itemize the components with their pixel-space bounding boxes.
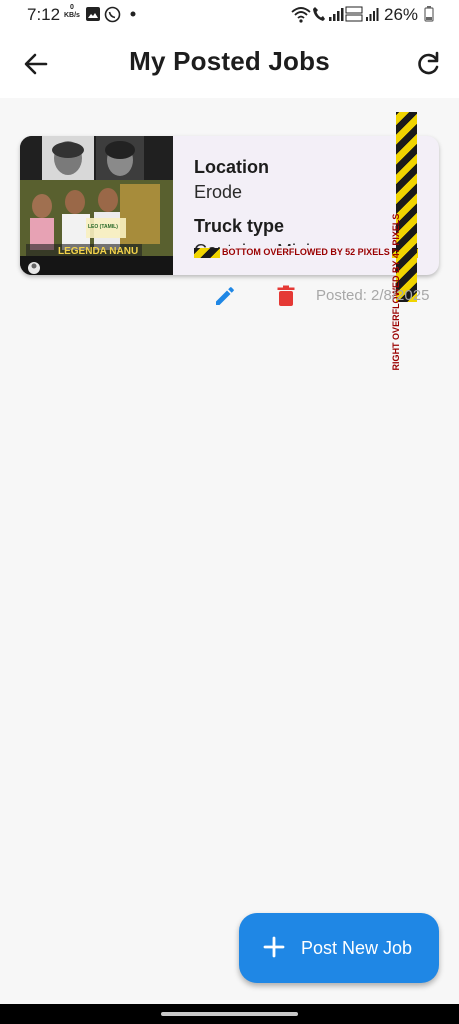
location-value: Erode bbox=[194, 182, 243, 202]
net-speed: 0 KB/s bbox=[64, 4, 80, 20]
status-bar: 7:12 0 KB/s 26% bbox=[0, 0, 459, 30]
truck-type-label: Truck type bbox=[194, 216, 285, 236]
job-card[interactable]: LEGENDA NANU LEO (TAMIL) Location Erode … bbox=[20, 136, 439, 275]
volte-icon bbox=[345, 6, 363, 22]
bottom-overflow-message: BOTTOM OVERFLOWED BY 52 PIXELS bbox=[220, 246, 392, 258]
wifi-icon bbox=[291, 7, 311, 23]
plus-icon bbox=[263, 936, 285, 958]
post-new-job-button[interactable]: Post New Job bbox=[239, 913, 439, 983]
thumbnail-badge: LEO (TAMIL) bbox=[88, 224, 118, 230]
whatsapp-icon bbox=[104, 6, 121, 23]
location-label: Location bbox=[194, 157, 269, 177]
net-speed-unit: KB/s bbox=[64, 12, 80, 19]
signal-icon-2 bbox=[366, 8, 379, 21]
thumbnail-image: LEGENDA NANU LEO (TAMIL) bbox=[20, 136, 173, 275]
refresh-icon[interactable] bbox=[414, 50, 442, 78]
battery-percent: 26% bbox=[384, 5, 419, 24]
call-icon bbox=[313, 7, 325, 21]
battery-icon bbox=[424, 6, 434, 22]
system-nav-bar bbox=[0, 1004, 459, 1024]
trash-icon[interactable] bbox=[274, 284, 298, 308]
status-time: 7:12 bbox=[27, 5, 61, 24]
gallery-icon bbox=[86, 7, 100, 21]
job-thumbnail: LEGENDA NANU LEO (TAMIL) bbox=[20, 136, 173, 275]
page-title: My Posted Jobs bbox=[129, 46, 330, 76]
dot-icon bbox=[130, 11, 136, 17]
app-bar: My Posted Jobs bbox=[0, 30, 459, 98]
pencil-icon[interactable] bbox=[213, 284, 237, 308]
home-gesture-pill[interactable] bbox=[161, 1012, 298, 1016]
posted-date: Posted: 2/8/2025 bbox=[316, 287, 430, 304]
signal-icon bbox=[329, 8, 344, 21]
net-speed-value: 0 bbox=[70, 4, 74, 11]
thumbnail-caption: LEGENDA NANU bbox=[58, 246, 138, 257]
post-new-job-label: Post New Job bbox=[301, 938, 413, 958]
